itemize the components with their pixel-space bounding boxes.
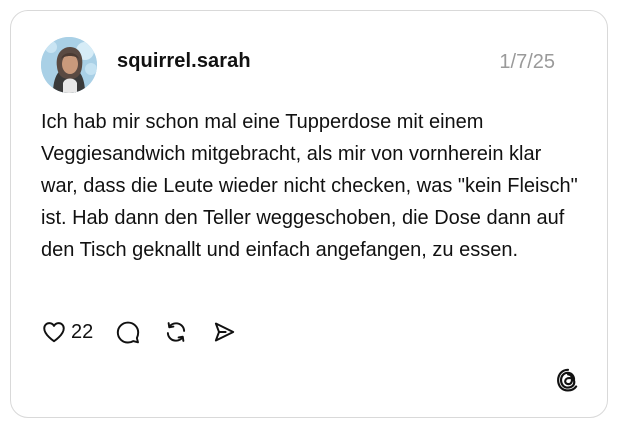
reply-button[interactable] [115, 319, 141, 345]
threads-logo-icon [555, 367, 581, 393]
username[interactable]: squirrel.sarah [117, 50, 251, 73]
post-card: squirrel.sarah 1/7/25 Ich hab mir schon … [10, 10, 608, 418]
repost-button[interactable] [163, 319, 189, 345]
repost-icon [167, 322, 186, 342]
comment-icon [117, 321, 140, 344]
post-text: Ich hab mir schon mal eine Tupperdose mi… [41, 111, 578, 261]
like-count: 22 [71, 320, 94, 343]
action-bar: 22 [41, 317, 237, 347]
like-button[interactable]: 22 [41, 319, 115, 345]
share-button[interactable] [211, 319, 237, 345]
avatar[interactable] [41, 37, 97, 93]
post-date: 1/7/25 [499, 51, 555, 73]
avatar-image [41, 37, 97, 93]
heart-icon [43, 322, 65, 343]
send-icon [215, 322, 235, 342]
